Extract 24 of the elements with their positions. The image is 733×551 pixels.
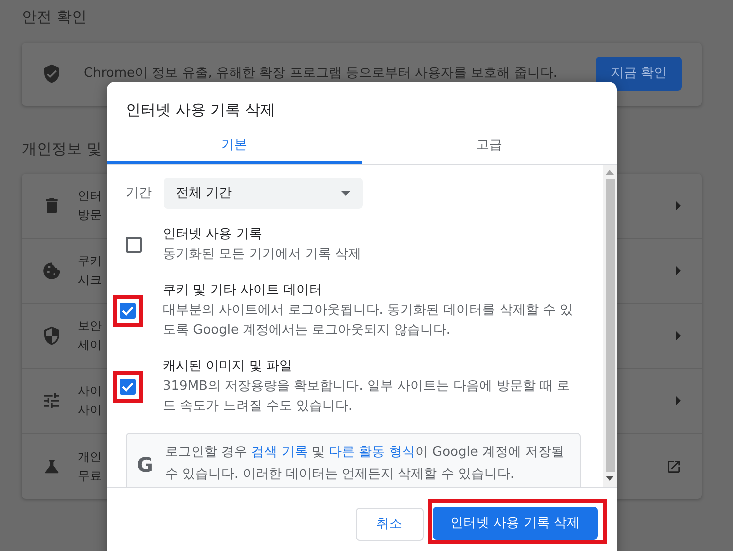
google-g-icon: G xyxy=(137,450,154,480)
option-title: 쿠키 및 기타 사이트 데이터 xyxy=(163,282,324,300)
row-title: 인터 xyxy=(78,188,102,205)
dialog-title: 인터넷 사용 기록 삭제 xyxy=(125,100,276,121)
option-description: 대부분의 사이트에서 로그아웃됩니다. 동기화된 데이터를 삭제할 수 있도록 Google 계정에서는 로그아웃되지 않습니다. xyxy=(163,302,574,340)
row-title: 보안 xyxy=(78,318,102,335)
option-title: 인터넷 사용 기록 xyxy=(163,226,264,244)
period-label: 기간 xyxy=(126,184,153,203)
option-description: 동기화된 모든 기기에서 기록 삭제 xyxy=(163,246,362,264)
row-subtitle: 방문 xyxy=(78,207,102,224)
info-text: 로그인할 경우 검색 기록 및 다른 활동 형식 이 Google 계정에 저장될 수 있습니다. 이러한 데이터는 언제든지 삭제할 수 있습니다. xyxy=(165,444,566,484)
row-subtitle: 사이 xyxy=(78,402,102,419)
section-heading: 개인정보 및 xyxy=(22,138,102,160)
option-title: 캐시된 이미지 및 파일 xyxy=(163,358,294,376)
row-subtitle: 시크 xyxy=(78,272,102,289)
row-title: 개인 xyxy=(78,448,102,466)
row-title: 쿠키 xyxy=(78,253,102,270)
row-subtitle: 무료 xyxy=(78,468,102,484)
safety-description: Chrome이 정보 유출, 유해한 확장 프로그램 등으로부터 사용자를 보호해 줍니다. xyxy=(84,65,558,84)
row-title: 사이 xyxy=(78,383,102,400)
option-description: 319MB의 저장용량을 확보합니다. 일부 사이트는 다음에 방문할 때 로드 속도가 느려질 수도 있습니다. xyxy=(163,378,572,416)
row-subtitle: 세이 xyxy=(78,337,102,354)
dropdown-value: 전체 기간 xyxy=(176,184,232,203)
section-heading: 안전 확인 xyxy=(22,7,87,28)
